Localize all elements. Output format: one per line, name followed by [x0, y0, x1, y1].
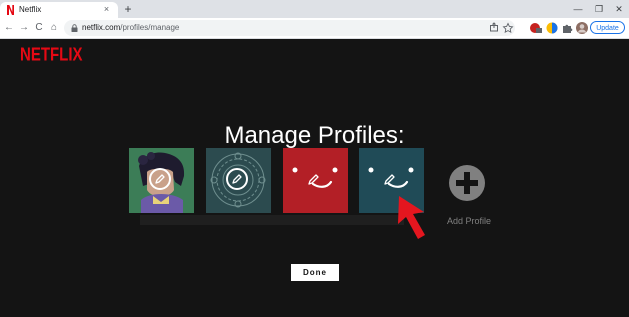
tab-close-icon[interactable]: ×: [101, 4, 112, 15]
extensions-puzzle-icon[interactable]: [560, 21, 574, 35]
done-button[interactable]: Done: [291, 264, 339, 281]
close-window-button[interactable]: ✕: [612, 2, 626, 16]
edit-profile-badge: [149, 168, 171, 190]
url-host: netflix.com: [82, 23, 121, 32]
pencil-icon: [308, 174, 319, 185]
browser-tab-netflix[interactable]: Netflix ×: [0, 2, 118, 18]
pencil-icon: [232, 174, 242, 184]
url-text: netflix.com/profiles/manage: [82, 23, 179, 33]
forward-button[interactable]: →: [17, 21, 31, 35]
restore-button[interactable]: ❐: [592, 2, 606, 16]
share-icon[interactable]: [487, 21, 501, 35]
page-title: Manage Profiles:: [224, 122, 405, 150]
netflix-logo[interactable]: NETFLIX: [20, 45, 83, 65]
back-button[interactable]: ←: [2, 21, 16, 35]
update-button[interactable]: Update: [590, 21, 625, 34]
bookmark-star-icon[interactable]: [501, 21, 515, 35]
url-path: /profiles/manage: [120, 23, 180, 32]
profile-avatar-icon[interactable]: [575, 21, 589, 35]
address-bar[interactable]: netflix.com/profiles/manage: [64, 20, 515, 36]
home-button[interactable]: ⌂: [47, 21, 61, 35]
red-arrow-pointer-icon: [398, 196, 425, 239]
color-extension-icon[interactable]: [545, 21, 559, 35]
edit-profile-badge: [226, 168, 248, 190]
netflix-favicon-icon: [7, 5, 14, 15]
new-tab-button[interactable]: +: [122, 3, 134, 15]
reload-button[interactable]: C: [32, 21, 46, 35]
profile-shelf-shadow: [140, 215, 404, 225]
browser-tabstrip: Netflix × + — ❐ ✕: [0, 0, 629, 18]
pencil-icon: [155, 174, 165, 184]
add-profile-button[interactable]: [447, 163, 487, 203]
profile-tile-red[interactable]: [283, 148, 348, 213]
tab-title: Netflix: [19, 5, 42, 14]
profile-tile-mandala[interactable]: [206, 148, 271, 213]
pencil-icon: [384, 174, 395, 185]
add-profile-label[interactable]: Add Profile: [430, 216, 508, 226]
extension-badge-icon[interactable]: [529, 21, 543, 35]
minimize-button[interactable]: —: [571, 2, 585, 16]
lock-icon: [71, 24, 78, 32]
browser-toolbar: ← → C ⌂ netflix.com/profiles/manage Upda…: [0, 18, 629, 39]
profile-tile-anime[interactable]: [129, 148, 194, 213]
